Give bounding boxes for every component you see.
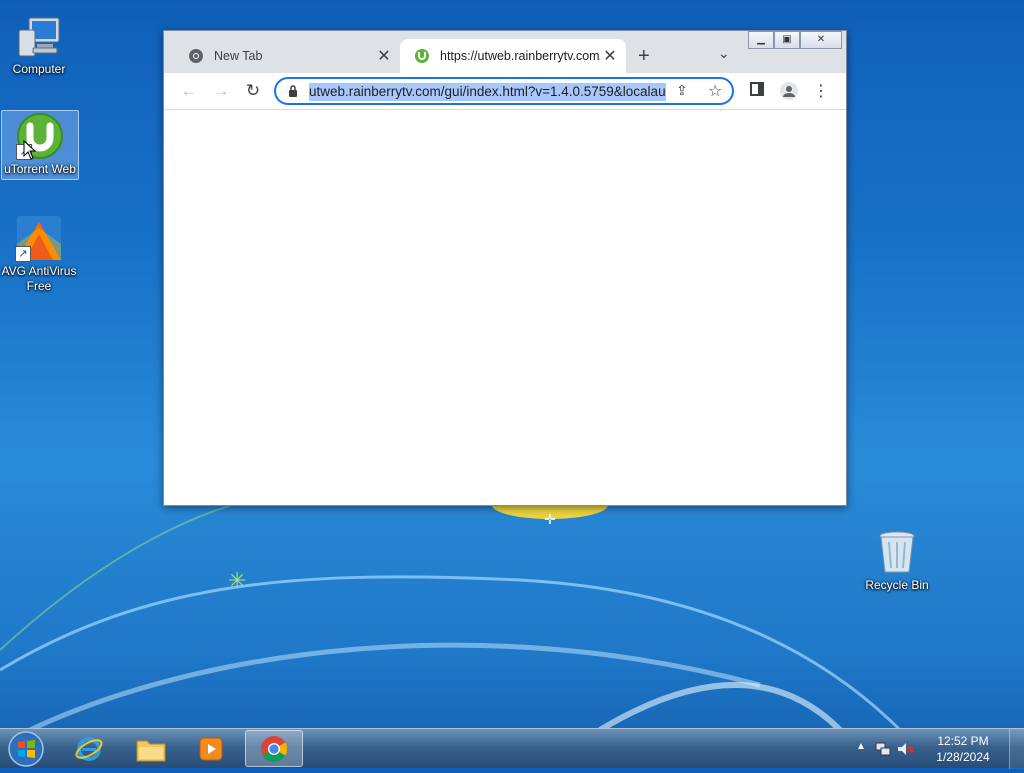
recycle-bin-icon bbox=[873, 528, 921, 576]
tab-title: New Tab bbox=[214, 49, 263, 63]
shortcut-arrow-icon: ↗ bbox=[15, 246, 31, 262]
taskbar: ▲ 12:52 PM 1/28/2024 bbox=[0, 728, 1024, 769]
desktop-icon-computer[interactable]: Computer bbox=[1, 6, 77, 77]
show-hidden-icons-icon[interactable]: ▲ bbox=[856, 741, 866, 752]
computer-icon bbox=[15, 12, 63, 60]
tab-utorrent-web[interactable]: https://utweb.rainberrytv.com/ ✕ bbox=[400, 39, 626, 73]
forward-arrow-icon[interactable]: → bbox=[210, 81, 232, 103]
desktop-icon-label: Recycle Bin bbox=[865, 578, 929, 592]
close-tab-icon[interactable]: ✕ bbox=[374, 46, 394, 66]
taskbar-internet-explorer[interactable] bbox=[60, 730, 118, 767]
desktop-icon-label: AVG AntiVirus Free bbox=[1, 264, 77, 293]
chrome-icon bbox=[189, 49, 203, 63]
avg-icon: ↗ bbox=[15, 214, 63, 262]
tab-title: https://utweb.rainberrytv.com/ bbox=[440, 49, 600, 63]
media-player-icon bbox=[199, 737, 223, 760]
close-tab-icon[interactable]: ✕ bbox=[600, 46, 620, 66]
lock-icon[interactable] bbox=[288, 85, 298, 97]
tab-strip: New Tab ✕ https://utweb.rainberrytv.com/… bbox=[164, 31, 846, 73]
network-icon[interactable] bbox=[874, 740, 892, 763]
bookmark-star-icon[interactable]: ☆ bbox=[708, 81, 722, 101]
desktop-icon-utorrent-web[interactable]: ↗ uTorrent Web bbox=[1, 110, 79, 180]
svg-text:✳: ✳ bbox=[228, 569, 246, 594]
tab-new-tab[interactable]: New Tab ✕ bbox=[174, 39, 400, 73]
internet-explorer-icon bbox=[75, 736, 103, 761]
chrome-icon bbox=[261, 735, 288, 762]
browser-toolbar: ← → ↻ utweb.rainberrytv.com/gui/index.ht… bbox=[164, 73, 846, 110]
volume-muted-icon[interactable] bbox=[896, 740, 914, 763]
taskbar-google-chrome[interactable] bbox=[245, 730, 303, 767]
taskbar-media-player[interactable] bbox=[182, 730, 240, 767]
show-desktop-button[interactable] bbox=[1009, 729, 1024, 769]
side-panel-icon[interactable] bbox=[746, 81, 768, 103]
taskbar-windows-explorer[interactable] bbox=[122, 730, 180, 767]
mouse-cursor-icon bbox=[23, 140, 37, 160]
folder-icon bbox=[136, 740, 166, 761]
maximize-button[interactable]: ▣ bbox=[774, 31, 800, 49]
chrome-window: New Tab ✕ https://utweb.rainberrytv.com/… bbox=[163, 30, 847, 506]
back-arrow-icon[interactable]: ← bbox=[178, 81, 200, 103]
new-tab-plus-icon[interactable]: + bbox=[638, 45, 650, 68]
clock-date: 1/28/2024 bbox=[936, 750, 990, 764]
minimize-button[interactable]: ▁ bbox=[748, 31, 774, 49]
windows-orb-icon bbox=[8, 731, 44, 767]
desktop-icon-avg[interactable]: ↗ AVG AntiVirus Free bbox=[1, 208, 77, 294]
menu-kebab-icon[interactable]: ⋮ bbox=[810, 81, 832, 103]
tab-search-chevron-icon[interactable]: ⌄ bbox=[718, 45, 730, 62]
reload-icon[interactable]: ↻ bbox=[242, 81, 264, 103]
svg-text:✛: ✛ bbox=[544, 512, 556, 528]
start-button[interactable] bbox=[6, 730, 46, 768]
share-icon[interactable]: ⇪ bbox=[676, 82, 688, 99]
profile-avatar-icon[interactable] bbox=[778, 81, 800, 103]
address-url-text[interactable]: utweb.rainberrytv.com/gui/index.html?v=1… bbox=[309, 83, 666, 101]
clock[interactable]: 12:52 PM 1/28/2024 bbox=[928, 733, 998, 765]
utorrent-favicon bbox=[415, 49, 429, 63]
desktop-icon-recycle-bin[interactable]: Recycle Bin bbox=[858, 522, 936, 593]
window-close-button[interactable]: ✕ bbox=[800, 31, 842, 49]
address-bar[interactable]: utweb.rainberrytv.com/gui/index.html?v=1… bbox=[274, 77, 734, 105]
desktop-icon-label: uTorrent Web bbox=[4, 162, 76, 176]
clock-time: 12:52 PM bbox=[937, 734, 989, 748]
desktop-icon-label: Computer bbox=[12, 62, 66, 76]
page-content-blank[interactable] bbox=[164, 110, 846, 505]
